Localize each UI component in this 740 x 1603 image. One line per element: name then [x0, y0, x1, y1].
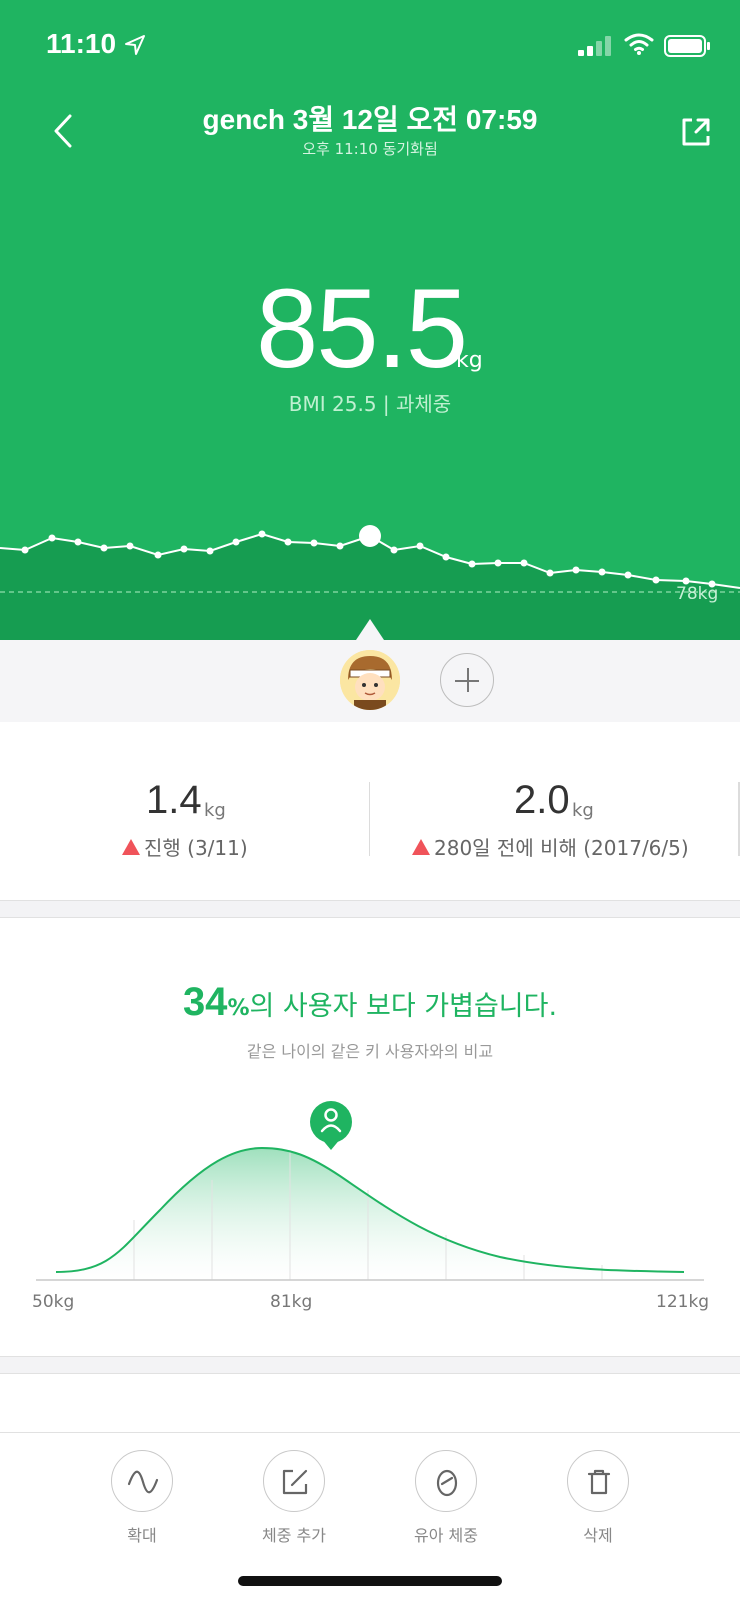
- change-desc-left-text: 진행 (3/11): [144, 836, 248, 860]
- section-separator: [0, 1356, 740, 1374]
- baby-icon: [436, 1469, 458, 1497]
- distribution-area: [56, 1148, 684, 1280]
- change-value-right: 2.0: [514, 778, 570, 822]
- user-position-marker: [310, 1101, 352, 1150]
- distribution-axis-min: 50kg: [32, 1292, 75, 1312]
- comparison-title-text: 의 사용자 보다 가볍습니다.: [249, 991, 558, 1022]
- distribution-axis-max: 121kg: [656, 1292, 710, 1312]
- user-avatar[interactable]: [340, 650, 400, 710]
- zoom-label: 확대: [127, 1526, 157, 1545]
- increase-triangle-icon: [412, 839, 430, 855]
- increase-triangle-icon: [122, 839, 140, 855]
- weight-change-stats: [0, 722, 740, 900]
- weight-distribution-chart: [36, 1101, 704, 1281]
- weight-trend-chart[interactable]: [0, 0, 740, 640]
- baby-weight-label: 유아 체중: [414, 1526, 478, 1545]
- change-desc-right-text: 280일 전에 비해 (2017/6/5): [434, 836, 689, 860]
- change-unit-right: kg: [572, 800, 594, 821]
- trash-icon: [587, 1469, 611, 1495]
- add-weight-label: 체중 추가: [262, 1526, 326, 1545]
- avatar-icon: [340, 650, 400, 710]
- comparison-percent: 34: [182, 980, 228, 1024]
- section-separator: [0, 900, 740, 918]
- home-indicator[interactable]: [238, 1576, 502, 1586]
- distribution-axis-mid: 81kg: [270, 1292, 313, 1312]
- comparison-percent-sign: %: [227, 996, 250, 1021]
- add-weight-button[interactable]: [263, 1450, 325, 1512]
- zoom-button[interactable]: [111, 1450, 173, 1512]
- change-value-left: 1.4: [146, 778, 202, 822]
- weight-header: 11:10 gench 3월 12일 오전 07:59 오후 11:10 동기화…: [0, 0, 740, 640]
- comparison-title: 34%의 사용자 보다 가볍습니다.: [0, 980, 740, 1025]
- add-user-button[interactable]: [440, 653, 494, 707]
- delete-button[interactable]: [567, 1450, 629, 1512]
- delete-label: 삭제: [583, 1526, 613, 1545]
- wave-icon: [127, 1470, 159, 1494]
- edit-icon: [282, 1469, 308, 1495]
- change-desc-right: 280일 전에 비해 (2017/6/5): [412, 832, 689, 861]
- baby-weight-button[interactable]: [415, 1450, 477, 1512]
- change-desc-left: 진행 (3/11): [122, 832, 248, 861]
- comparison-subtitle: 같은 나이의 같은 키 사용자와의 비교: [246, 1042, 494, 1061]
- stats-divider: [369, 782, 370, 856]
- selected-point: [359, 525, 381, 547]
- change-unit-left: kg: [204, 800, 226, 821]
- reference-weight-label: 78kg: [676, 584, 719, 604]
